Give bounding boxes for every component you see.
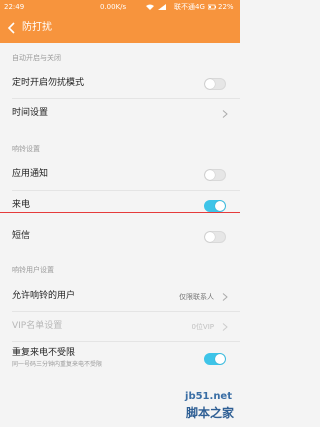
toggle-knob [205, 232, 215, 242]
scheduled-toggle[interactable] [204, 78, 226, 90]
section-header-ringtone: 响铃设置 [12, 145, 40, 153]
title-bar: 防打扰 [0, 14, 240, 43]
vip-list-value: 0位VIP [191, 323, 214, 331]
chevron-left-icon[interactable] [6, 22, 18, 34]
battery-level: 22% [218, 3, 234, 11]
row-time-settings[interactable]: 时间设置 [0, 99, 240, 128]
status-bar: 22:49 0.00K/s 联不通4G 22% [0, 0, 240, 14]
row-label: 来电 [12, 200, 31, 210]
row-label: 应用通知 [12, 169, 49, 179]
status-time: 22:49 [4, 3, 25, 11]
row-sublabel: 同一号码三分钟内重复来电不受限 [12, 361, 103, 368]
page-title: 防打扰 [22, 22, 52, 33]
row-vip-list[interactable]: VIP名单设置 0位VIP [0, 312, 240, 341]
signal-icon [158, 4, 166, 10]
settings-list: 自动开启与关闭 定时开启勿扰模式 时间设置 响铃设置 应用通知 来电 短信 响铃… [0, 43, 240, 427]
repeat-call-toggle[interactable] [204, 353, 226, 365]
app-notify-toggle[interactable] [204, 169, 226, 181]
app-header: 22:49 0.00K/s 联不通4G 22% 防打扰 [0, 0, 240, 43]
highlight-line [0, 212, 240, 213]
battery-icon [208, 4, 216, 10]
row-label: 短信 [12, 231, 31, 241]
row-app-notify[interactable]: 应用通知 [0, 160, 240, 189]
watermark-name: 脚本之家 [185, 406, 234, 420]
row-repeat-call[interactable]: 重复来电不受限 同一号码三分钟内重复来电不受限 [0, 342, 240, 378]
wifi-icon [146, 4, 154, 10]
section-header-auto: 自动开启与关闭 [12, 54, 61, 62]
row-allowed-users[interactable]: 允许响铃的用户 仅限联系人 [0, 282, 240, 311]
incoming-call-toggle[interactable] [204, 200, 226, 212]
allowed-users-value: 仅限联系人 [179, 293, 214, 301]
carrier-label: 联不通4G [174, 3, 205, 11]
row-label: 重复来电不受限 [12, 348, 76, 358]
toggle-knob [205, 79, 215, 89]
section-header-ring-users: 响铃用户设置 [12, 266, 54, 274]
row-label: 定时开启勿扰模式 [12, 78, 85, 88]
chevron-right-icon [222, 110, 228, 118]
toggle-knob [215, 201, 225, 211]
row-scheduled[interactable]: 定时开启勿扰模式 [0, 69, 240, 98]
chevron-right-icon [222, 323, 228, 331]
row-incoming-call[interactable]: 来电 [0, 191, 240, 220]
row-sms[interactable]: 短信 [0, 222, 240, 251]
row-label: 允许响铃的用户 [12, 291, 76, 301]
sms-toggle[interactable] [204, 231, 226, 243]
row-label: VIP名单设置 [12, 321, 63, 331]
toggle-knob [215, 354, 225, 364]
toggle-knob [205, 170, 215, 180]
network-speed: 0.00K/s [100, 3, 127, 11]
row-label: 时间设置 [12, 108, 49, 118]
watermark-site: jb51.net [185, 391, 232, 402]
chevron-right-icon [222, 293, 228, 301]
